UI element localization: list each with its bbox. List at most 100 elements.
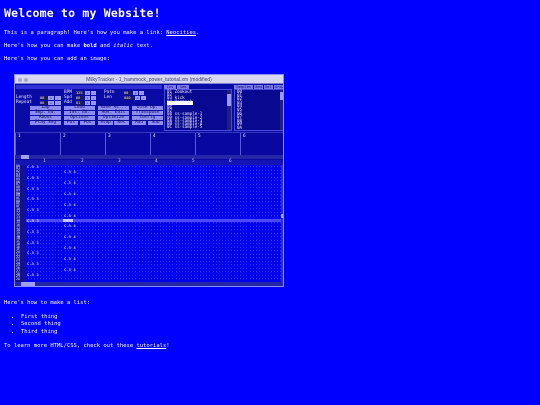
note-cell[interactable]: C-5 3 <box>27 262 39 266</box>
length-plus-button[interactable]: + <box>48 96 54 101</box>
instrument-list[interactable]: 01 Zookout 02 03 kick 04 Hammock 05 06 0… <box>164 89 232 131</box>
note-cell[interactable]: C-5 3 <box>27 273 39 277</box>
paragraph-image: Here's how you can add an image: <box>4 55 110 62</box>
bullet-list: First thing Second thing Third thing <box>4 314 536 335</box>
play-song-button[interactable]: Play Sng <box>30 120 61 126</box>
note-cell[interactable]: C-5 3 <box>27 208 39 212</box>
speed-minus-button[interactable]: - <box>91 96 96 101</box>
add-button[interactable]: Add <box>132 120 146 126</box>
menu-strip <box>16 85 162 89</box>
outro-end: ! <box>166 342 170 349</box>
channel-scopes: 1 2 3 4 5 6 <box>15 132 283 160</box>
scope-channel[interactable]: 5 <box>195 133 240 155</box>
note-cell[interactable]: C-5 3 <box>27 251 39 255</box>
paragraph-link: This is a paragraph! Here's how you make… <box>4 30 536 37</box>
note-cell[interactable]: C-5 4 <box>64 202 76 207</box>
note-cell[interactable]: C-5 4 <box>64 267 76 272</box>
repeat-label: Repeat <box>16 100 32 105</box>
scope-channel[interactable]: 3 <box>105 133 150 155</box>
instrument-item[interactable]: 0C ss-sample-5 <box>167 124 202 129</box>
scope-channel[interactable]: 1 <box>15 133 60 155</box>
play-position-button[interactable]: Pos <box>80 120 95 126</box>
paragraph-outro: To learn more HTML/CSS, check out these … <box>4 343 536 350</box>
row-number: 2A <box>16 276 21 281</box>
stop-button[interactable]: Stop <box>98 120 113 126</box>
pattern-channel[interactable] <box>100 164 137 282</box>
play-pattern-button[interactable]: Pat <box>64 120 78 126</box>
note-cell[interactable]: C-5 4 <box>64 170 76 174</box>
add-minus-button[interactable]: - <box>91 101 96 106</box>
speed-value: 06 <box>75 96 84 101</box>
pattern-length-plus-button[interactable]: + <box>135 96 140 101</box>
record-button[interactable]: Rec <box>114 120 129 126</box>
sample-list[interactable]: 00 01 02 03 04 05 06 07 08 09 0A <box>234 89 283 131</box>
pattern-plus-button[interactable]: + <box>133 91 138 96</box>
repeat-minus-button[interactable]: - <box>55 101 61 106</box>
note-cell[interactable]: C-5 3 <box>27 197 39 201</box>
window-title: MilkyTracker - 1_hammock_power_tutorial.… <box>86 76 212 83</box>
pattern-cursor-row <box>15 218 281 223</box>
pattern-cursor <box>63 218 73 223</box>
scope-channel[interactable]: 6 <box>240 133 283 155</box>
note-cell[interactable]: C-5 4 <box>64 246 76 250</box>
italic-text: italic <box>113 42 134 49</box>
note-cell[interactable]: C-5 4 <box>64 213 76 218</box>
note-cell[interactable]: C-5 4 <box>64 224 76 228</box>
pattern-vertical-scrollbar[interactable] <box>281 164 283 282</box>
note-cell[interactable]: C-5 3 <box>27 186 39 191</box>
control-panel: Length 08 + - Repeat 00 + - BPM 125 + - … <box>15 84 283 132</box>
list-intro: Here's how to make a list: <box>4 299 91 306</box>
list-item: First thing <box>21 314 536 320</box>
neocities-link[interactable]: Neocities <box>166 30 196 36</box>
length-value: 08 <box>39 96 47 101</box>
sample-scrollbar[interactable] <box>280 90 283 130</box>
note-cell[interactable]: C-5 3 <box>27 165 39 169</box>
pattern-value: 00 <box>123 91 132 96</box>
bpm-plus-button[interactable]: + <box>85 91 90 96</box>
note-cell[interactable]: C-5 3 <box>27 175 39 180</box>
pattern-editor[interactable]: 1 2 3 4 5 6 00 01 02 03 04 05 06 07 08 0… <box>15 159 283 286</box>
pattern-horizontal-scrollbar[interactable] <box>15 282 283 286</box>
instrument-scrollbar[interactable] <box>227 90 231 130</box>
sample-item[interactable]: 0A <box>237 125 242 130</box>
formatting-and: and <box>96 42 114 49</box>
formatting-end: text. <box>133 42 154 49</box>
scope-channel[interactable]: 4 <box>150 133 195 155</box>
scope-channel[interactable]: 2 <box>60 133 105 155</box>
scope-scrollbar[interactable] <box>15 155 283 159</box>
add-plus-button[interactable]: + <box>85 101 90 106</box>
sub-button[interactable]: Sub <box>148 120 163 126</box>
bold-text: bold <box>83 42 97 49</box>
bpm-value: 125 <box>75 91 84 96</box>
tracker-screenshot: MilkyTracker - 1_hammock_power_tutorial.… <box>14 74 284 287</box>
list-item: Second thing <box>21 321 536 327</box>
formatting-text: Here's how you can make <box>4 42 84 49</box>
bpm-minus-button[interactable]: - <box>91 91 96 96</box>
pattern-length-value: 040 <box>123 96 134 101</box>
note-cell[interactable]: C-5 3 <box>27 229 39 234</box>
pattern-channel[interactable] <box>174 164 211 282</box>
paragraph-text: This is a paragraph! Here's how you make… <box>4 30 167 36</box>
note-cell[interactable]: C-5 3 <box>27 219 39 223</box>
row-numbers: 00 01 02 03 04 05 06 07 08 09 0A 0B 0C 0… <box>15 164 26 282</box>
pattern-channel[interactable] <box>248 164 281 282</box>
note-cell[interactable]: C-5 4 <box>64 181 76 185</box>
note-cell[interactable]: C-5 3 <box>27 240 39 245</box>
paragraph-end: . <box>196 30 200 36</box>
page-heading: Welcome to my Website! <box>4 6 161 20</box>
window-titlebar: MilkyTracker - 1_hammock_power_tutorial.… <box>15 75 283 84</box>
pattern-minus-button[interactable]: - <box>139 91 144 96</box>
speed-plus-button[interactable]: + <box>85 96 90 101</box>
length-minus-button[interactable]: - <box>55 96 61 101</box>
add-label: Add <box>64 100 72 105</box>
pattern-channel[interactable] <box>211 164 248 282</box>
note-cell[interactable]: C-5 4 <box>64 235 76 239</box>
pattern-length-minus-button[interactable]: - <box>141 96 146 101</box>
note-cell[interactable]: C-5 4 <box>64 256 76 261</box>
pattern-length-label: Len <box>104 95 112 100</box>
pattern-channel[interactable] <box>137 164 174 282</box>
note-cell[interactable]: C-5 4 <box>64 192 76 196</box>
paragraph-formatting: Here's how you can make bold and italic … <box>4 43 536 50</box>
list-item: Third thing <box>21 329 536 335</box>
tutorials-link[interactable]: tutorials <box>136 343 166 349</box>
